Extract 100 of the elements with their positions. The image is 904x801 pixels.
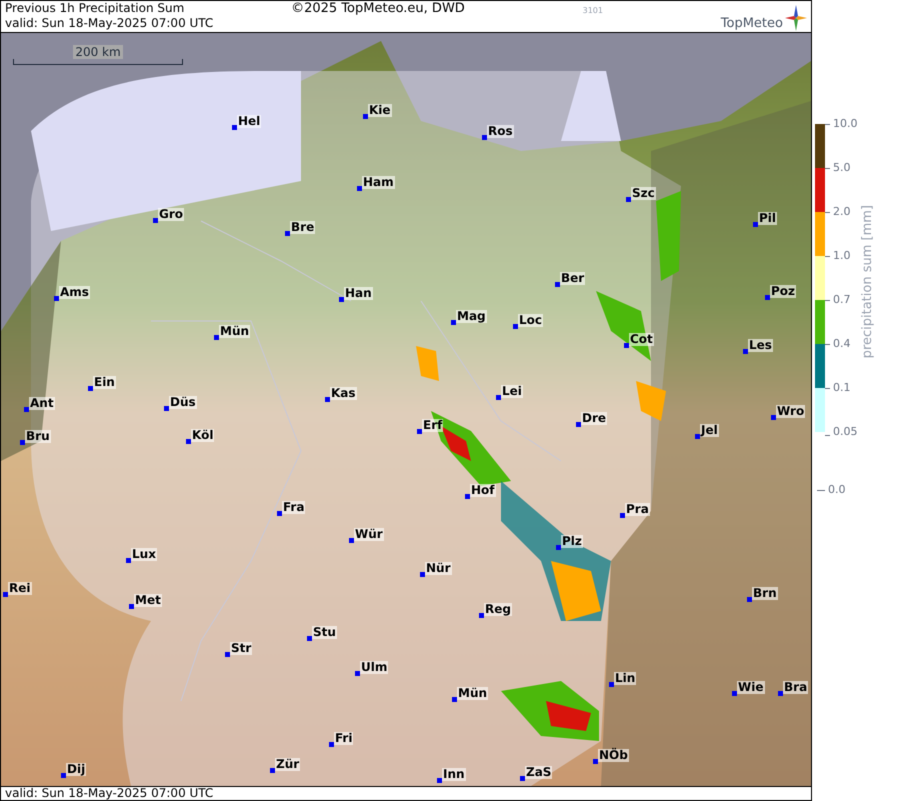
city-label: Jel [700, 424, 719, 437]
map-code: 3101 [582, 5, 603, 17]
city-label: Ant [29, 397, 55, 410]
city-label: Ulm [360, 661, 388, 674]
tick-label: 1.0 [833, 249, 850, 263]
city-label: Wro [776, 405, 806, 418]
city-label: Nür [425, 562, 452, 575]
city-label: Les [748, 339, 773, 352]
city-marker-icon [556, 545, 561, 550]
city-marker-icon [126, 558, 131, 563]
city-marker-icon [270, 768, 275, 773]
city-label: Erf [422, 419, 444, 432]
city-marker-icon [232, 125, 237, 130]
legend-axis-label: precipitation sum [mm] [860, 205, 876, 359]
city-marker-icon [164, 406, 169, 411]
city-marker-icon [277, 511, 282, 516]
city-marker-icon [771, 415, 776, 420]
city-label: Poz [770, 285, 796, 298]
city-label: Ros [487, 125, 514, 138]
tick-label: 10.0 [833, 117, 858, 131]
city-label: Dre [581, 412, 608, 425]
city-label: Düs [169, 396, 197, 409]
city-label: Ams [59, 286, 90, 299]
tick-label: 2.0 [833, 205, 850, 219]
city-marker-icon [88, 386, 93, 391]
city-label: Köl [191, 429, 214, 442]
city-marker-icon [520, 776, 525, 781]
city-marker-icon [339, 297, 344, 302]
city-label: Pra [625, 503, 650, 516]
city-label: Wie [737, 681, 764, 694]
city-marker-icon [576, 422, 581, 427]
city-marker-icon [417, 429, 422, 434]
city-marker-icon [20, 440, 25, 445]
city-marker-icon [695, 434, 700, 439]
city-label: Mün [219, 325, 250, 338]
tick-label: 0.05 [833, 425, 858, 439]
city-marker-icon [3, 592, 8, 597]
tick-label: 0.7 [833, 293, 850, 307]
valid-time: valid: Sun 18-May-2025 07:00 UTC [5, 16, 214, 31]
city-marker-icon [349, 538, 354, 543]
city-label: Ber [560, 272, 586, 285]
city-label: Str [230, 642, 252, 655]
city-marker-icon [743, 349, 748, 354]
city-label: Rei [8, 582, 32, 595]
tick-label: 0.1 [833, 381, 850, 395]
city-label: Met [134, 594, 162, 607]
city-marker-icon [452, 697, 457, 702]
city-label: Han [344, 287, 373, 300]
city-marker-icon [355, 671, 360, 676]
city-label: Zür [275, 758, 300, 771]
city-marker-icon [61, 773, 66, 778]
city-label: Lei [501, 385, 523, 398]
valid-time: valid: Sun 18-May-2025 07:00 UTC [5, 787, 214, 800]
city-marker-icon [482, 135, 487, 140]
city-marker-icon [153, 218, 158, 223]
city-label: Dij [66, 763, 86, 776]
city-label: Gro [158, 208, 184, 221]
city-label: Lin [614, 672, 636, 685]
city-marker-icon [451, 320, 456, 325]
copyright-text: ©2025 TopMeteo.eu, DWD [291, 1, 465, 18]
city-marker-icon [609, 682, 614, 687]
compass-star-icon [784, 5, 807, 31]
city-marker-icon [54, 296, 59, 301]
city-marker-icon [747, 597, 752, 602]
city-marker-icon [555, 282, 560, 287]
city-label: Ham [362, 176, 395, 189]
logo-text: TopMeteo [720, 17, 783, 31]
city-label: Inn [442, 768, 466, 781]
map-title: Previous 1h Precipitation Sum [5, 1, 186, 16]
city-marker-icon [329, 742, 334, 747]
city-label: Reg [484, 603, 512, 616]
city-marker-icon [24, 407, 29, 412]
city-label: Ein [93, 376, 116, 389]
city-label: Wür [354, 528, 384, 541]
city-marker-icon [479, 613, 484, 618]
city-label: Mag [456, 310, 487, 323]
city-label: Hof [470, 484, 496, 497]
city-marker-icon [593, 759, 598, 764]
city-marker-icon [186, 439, 191, 444]
city-marker-icon [624, 343, 629, 348]
city-label: Hel [237, 115, 262, 128]
city-label: Fri [334, 732, 354, 745]
tick-label: 0.0 [828, 483, 846, 497]
city-marker-icon [214, 335, 219, 340]
city-marker-icon [225, 652, 230, 657]
city-label: Bre [290, 221, 316, 234]
city-marker-icon [620, 513, 625, 518]
city-label: Pil [758, 212, 778, 225]
city-marker-icon [765, 295, 770, 300]
city-marker-icon [465, 494, 470, 499]
city-label: Bru [25, 430, 51, 443]
city-label: Kie [368, 104, 392, 117]
city-label: Mün [457, 687, 488, 700]
city-marker-icon [285, 231, 290, 236]
city-marker-icon [325, 397, 330, 402]
city-label: Loc [518, 314, 544, 327]
scale-label: 200 km [73, 45, 123, 59]
city-label: ZaS [525, 766, 552, 779]
city-marker-icon [420, 572, 425, 577]
city-marker-icon [437, 778, 442, 783]
